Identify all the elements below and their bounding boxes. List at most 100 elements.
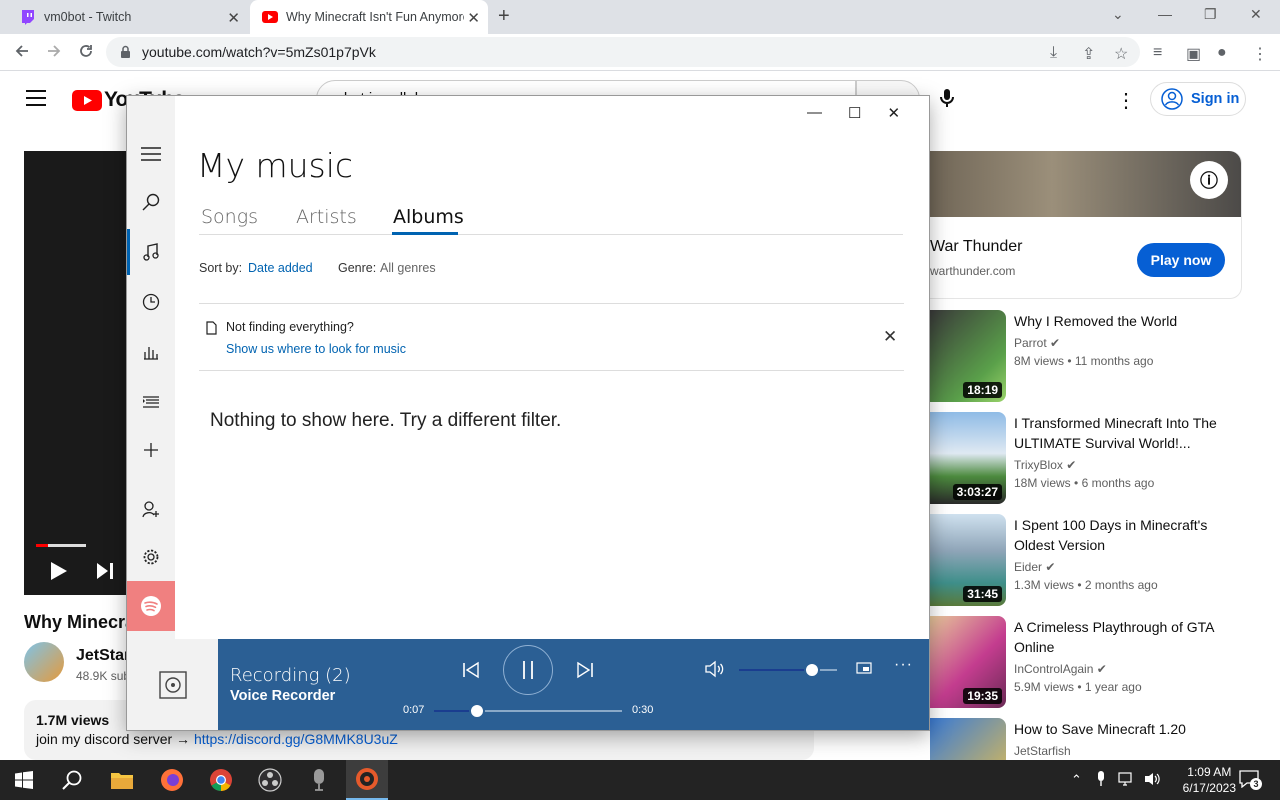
my-music-icon[interactable]: [139, 240, 163, 264]
recommended-video[interactable]: How to Save Minecraft 1.20 JetStarfish: [930, 718, 1260, 760]
mini-view-icon[interactable]: [856, 662, 872, 674]
navigation-pane: [127, 96, 175, 639]
dismiss-notice-icon[interactable]: ✕: [883, 327, 897, 347]
close-tab-icon[interactable]: ✕: [227, 9, 240, 27]
seek-bar-thumb[interactable]: [469, 703, 485, 719]
volume-icon[interactable]: [705, 659, 727, 679]
youtube-icon: [262, 9, 278, 25]
more-options-icon[interactable]: ···: [894, 656, 913, 674]
chrome-icon[interactable]: [207, 767, 235, 793]
recommended-video[interactable]: 19:35 A Crimeless Playthrough of GTA Onl…: [930, 616, 1260, 712]
speaker-volume-icon[interactable]: [1144, 771, 1162, 787]
back-icon[interactable]: [14, 43, 30, 59]
tab-search-icon[interactable]: ⌄: [1112, 6, 1124, 23]
tab-label: vm0bot - Twitch: [44, 10, 132, 24]
windows-start-icon[interactable]: [10, 767, 38, 793]
channel-avatar[interactable]: [24, 642, 64, 682]
reload-icon[interactable]: [78, 43, 94, 59]
close-button[interactable]: ✕: [887, 104, 900, 122]
video-title[interactable]: A Crimeless Playthrough of GTA Online: [1014, 617, 1240, 657]
search-icon[interactable]: [58, 767, 86, 793]
play-now-button[interactable]: Play now: [1137, 243, 1225, 277]
sort-dropdown[interactable]: Date added: [248, 261, 313, 275]
track-title[interactable]: Recording (2): [230, 665, 351, 686]
install-icon[interactable]: ⤓: [1050, 44, 1057, 62]
hamburger-menu-icon[interactable]: [26, 90, 46, 106]
bookmark-star-icon[interactable]: ☆: [1114, 44, 1128, 64]
show-hidden-icons[interactable]: ⌃: [1071, 772, 1082, 788]
video-progress-bar[interactable]: [36, 544, 86, 547]
video-stats: 5.9M views • 1 year ago: [1014, 680, 1142, 694]
ad-banner-image[interactable]: ⓘ: [926, 151, 1241, 217]
notifications-icon[interactable]: 3: [1239, 770, 1262, 790]
recommended-video[interactable]: 3:03:27 I Transformed Minecraft Into The…: [930, 412, 1260, 508]
settings-gear-icon[interactable]: [139, 545, 163, 569]
recommended-video[interactable]: 18:19 Why I Removed the World Parrot ✔ 8…: [930, 310, 1260, 406]
browser-tab-twitch[interactable]: vm0bot - Twitch ✕: [8, 0, 248, 34]
network-icon[interactable]: [1118, 771, 1136, 787]
playlists-icon[interactable]: [139, 390, 163, 414]
choose-folders-link[interactable]: Show us where to look for music: [226, 342, 406, 356]
chrome-menu-icon[interactable]: ⋮: [1252, 44, 1268, 64]
info-icon[interactable]: ⓘ: [1190, 161, 1228, 199]
forward-icon[interactable]: [46, 43, 62, 59]
browser-tab-youtube[interactable]: Why Minecraft Isn't Fun Anymore ✕: [250, 0, 488, 34]
new-tab-button[interactable]: +: [498, 5, 510, 28]
previous-track-icon[interactable]: [462, 661, 480, 679]
genre-dropdown[interactable]: All genres: [380, 261, 436, 275]
minimize-button[interactable]: —: [1158, 6, 1172, 22]
groove-music-taskbar-icon[interactable]: [346, 760, 388, 800]
ad-title[interactable]: War Thunder: [930, 238, 1022, 256]
now-playing-icon[interactable]: [139, 340, 163, 364]
search-icon[interactable]: [139, 190, 163, 214]
video-thumbnail[interactable]: 18:19: [930, 310, 1006, 402]
duration-badge: 18:19: [963, 382, 1002, 398]
next-video-icon[interactable]: [96, 561, 114, 581]
obs-icon[interactable]: [256, 767, 284, 793]
video-player[interactable]: [24, 151, 134, 595]
account-icon[interactable]: [139, 497, 163, 521]
new-playlist-icon[interactable]: [139, 438, 163, 462]
restore-button[interactable]: ❐: [1204, 6, 1217, 23]
video-title[interactable]: I Spent 100 Days in Minecraft's Oldest V…: [1014, 515, 1240, 555]
side-panel-icon[interactable]: ▣: [1186, 44, 1201, 64]
channel-name: InControlAgain ✔: [1014, 662, 1107, 676]
file-explorer-icon[interactable]: [108, 767, 136, 793]
album-art-placeholder[interactable]: [127, 639, 218, 730]
close-window-button[interactable]: ✕: [1250, 6, 1262, 23]
recent-plays-icon[interactable]: [139, 290, 163, 314]
media-control-icon[interactable]: ≡: [1153, 44, 1162, 62]
next-track-icon[interactable]: [576, 661, 594, 679]
video-thumbnail[interactable]: [930, 718, 1006, 760]
pause-button[interactable]: [503, 645, 553, 695]
maximize-button[interactable]: ☐: [848, 104, 861, 122]
firefox-icon[interactable]: [158, 767, 186, 793]
play-icon[interactable]: [50, 561, 68, 581]
tab-artists[interactable]: Artists: [296, 206, 357, 228]
more-options-icon[interactable]: ⋮: [1116, 88, 1136, 113]
video-thumbnail[interactable]: 31:45: [930, 514, 1006, 606]
hamburger-menu-icon[interactable]: [139, 142, 163, 166]
tab-songs[interactable]: Songs: [201, 206, 258, 228]
volume-slider-thumb[interactable]: [804, 662, 820, 678]
sign-in-button[interactable]: Sign in: [1150, 82, 1246, 116]
close-tab-icon[interactable]: ✕: [467, 9, 480, 27]
system-clock[interactable]: 1:09 AM 6/17/2023: [1183, 764, 1236, 796]
video-title[interactable]: Why I Removed the World: [1014, 311, 1240, 331]
tab-albums[interactable]: Albums: [393, 206, 464, 228]
recommended-video[interactable]: 31:45 I Spent 100 Days in Minecraft's Ol…: [930, 514, 1260, 610]
video-title[interactable]: I Transformed Minecraft Into The ULTIMAT…: [1014, 413, 1240, 453]
video-thumbnail[interactable]: 19:35: [930, 616, 1006, 708]
track-artist[interactable]: Voice Recorder: [230, 688, 335, 704]
spotify-promo-button[interactable]: [127, 581, 175, 631]
share-icon[interactable]: ⇪: [1082, 44, 1095, 64]
profile-icon[interactable]: ●: [1217, 44, 1227, 62]
minimize-button[interactable]: —: [807, 104, 822, 122]
video-title[interactable]: How to Save Minecraft 1.20: [1014, 719, 1240, 739]
microphone-in-use-icon[interactable]: [1096, 771, 1106, 787]
voice-recorder-icon[interactable]: [305, 767, 333, 793]
address-bar[interactable]: youtube.com/watch?v=5mZs01p7pVk: [106, 37, 1140, 67]
discord-link[interactable]: https://discord.gg/G8MMK8U3uZ: [194, 731, 398, 747]
microphone-icon[interactable]: [940, 88, 954, 108]
video-thumbnail[interactable]: 3:03:27: [930, 412, 1006, 504]
